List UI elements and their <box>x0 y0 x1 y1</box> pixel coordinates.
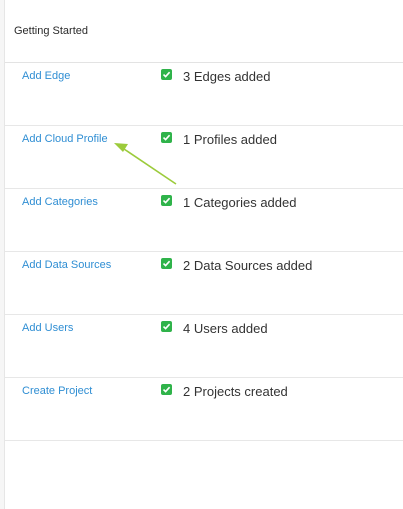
checkbox-checked-icon <box>161 132 172 143</box>
add-edge-link[interactable]: Add Edge <box>22 70 70 82</box>
add-cloud-profile-link[interactable]: Add Cloud Profile <box>22 133 108 145</box>
checkbox-checked-icon <box>161 258 172 269</box>
step-row-add-cloud-profile: Add Cloud Profile 1 Profiles added <box>5 126 403 189</box>
panel-header: Getting Started <box>5 0 403 63</box>
step-row-add-categories: Add Categories 1 Categories added <box>5 189 403 252</box>
checkbox-checked-icon <box>161 195 172 206</box>
steps-list: Add Edge 3 Edges added Add Cloud Profile… <box>5 63 403 441</box>
step-status: 1 Profiles added <box>183 132 277 147</box>
step-status: 2 Data Sources added <box>183 258 313 273</box>
step-status: 3 Edges added <box>183 69 271 84</box>
step-status: 1 Categories added <box>183 195 297 210</box>
step-row-add-edge: Add Edge 3 Edges added <box>5 63 403 126</box>
checkbox-checked-icon <box>161 384 172 395</box>
add-users-link[interactable]: Add Users <box>22 322 73 334</box>
panel-title: Getting Started <box>14 25 88 37</box>
create-project-link[interactable]: Create Project <box>22 385 92 397</box>
checkbox-checked-icon <box>161 321 172 332</box>
add-data-sources-link[interactable]: Add Data Sources <box>22 259 111 271</box>
app-frame: Getting Started Add Edge 3 Edges added A… <box>0 0 403 509</box>
step-status: 4 Users added <box>183 321 268 336</box>
step-row-add-data-sources: Add Data Sources 2 Data Sources added <box>5 252 403 315</box>
step-status: 2 Projects created <box>183 384 288 399</box>
add-categories-link[interactable]: Add Categories <box>22 196 98 208</box>
checkbox-checked-icon <box>161 69 172 80</box>
step-row-add-users: Add Users 4 Users added <box>5 315 403 378</box>
getting-started-panel: Getting Started Add Edge 3 Edges added A… <box>4 0 403 509</box>
step-row-create-project: Create Project 2 Projects created <box>5 378 403 441</box>
